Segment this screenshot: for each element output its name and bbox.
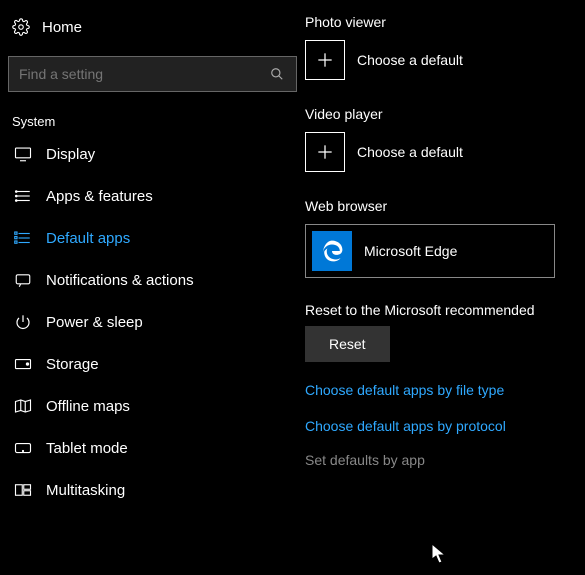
- search-box[interactable]: [8, 56, 297, 92]
- choose-default-label: Choose a default: [357, 52, 463, 68]
- apps-icon: [14, 187, 32, 205]
- nav-item-label: Apps & features: [46, 188, 153, 205]
- reset-button[interactable]: Reset: [305, 326, 390, 362]
- home-button[interactable]: Home: [0, 10, 305, 44]
- link-defaults-by-protocol[interactable]: Choose default apps by protocol: [305, 418, 585, 434]
- nav-item-label: Tablet mode: [46, 440, 128, 457]
- plus-icon: [305, 132, 345, 172]
- reset-caption: Reset to the Microsoft recommended: [305, 302, 585, 318]
- web-browser-selection[interactable]: Microsoft Edge: [305, 224, 555, 278]
- link-set-defaults-by-app[interactable]: Set defaults by app: [305, 452, 585, 468]
- photo-viewer-label: Photo viewer: [305, 14, 585, 30]
- nav-item-power-sleep[interactable]: Power & sleep: [0, 301, 305, 343]
- sidebar: Home System Display Apps & features: [0, 0, 305, 575]
- notifications-icon: [14, 271, 32, 289]
- nav-item-label: Display: [46, 146, 95, 163]
- choose-video-player[interactable]: Choose a default: [305, 132, 585, 172]
- nav-item-label: Notifications & actions: [46, 272, 194, 289]
- tablet-icon: [14, 439, 32, 457]
- plus-icon: [305, 40, 345, 80]
- reset-section: Reset to the Microsoft recommended Reset: [305, 302, 585, 362]
- choose-photo-viewer[interactable]: Choose a default: [305, 40, 585, 80]
- nav-item-label: Storage: [46, 356, 99, 373]
- web-browser-label: Web browser: [305, 198, 585, 214]
- link-defaults-by-filetype[interactable]: Choose default apps by file type: [305, 382, 585, 398]
- nav-item-default-apps[interactable]: Default apps: [0, 217, 305, 259]
- multitasking-icon: [14, 481, 32, 499]
- web-browser-app-name: Microsoft Edge: [364, 243, 457, 259]
- nav-item-tablet-mode[interactable]: Tablet mode: [0, 427, 305, 469]
- section-photo-viewer: Photo viewer Choose a default: [305, 14, 585, 80]
- storage-icon: [14, 355, 32, 373]
- edge-icon: [312, 231, 352, 271]
- group-label-system: System: [0, 110, 305, 133]
- default-apps-icon: [14, 229, 32, 247]
- maps-icon: [14, 397, 32, 415]
- search-icon: [268, 65, 286, 83]
- power-icon: [14, 313, 32, 331]
- section-web-browser: Web browser Microsoft Edge: [305, 198, 585, 278]
- section-video-player: Video player Choose a default: [305, 106, 585, 172]
- nav-item-display[interactable]: Display: [0, 133, 305, 175]
- main-panel: Photo viewer Choose a default Video play…: [305, 0, 585, 575]
- nav-item-storage[interactable]: Storage: [0, 343, 305, 385]
- nav-item-apps-features[interactable]: Apps & features: [0, 175, 305, 217]
- nav-item-notifications[interactable]: Notifications & actions: [0, 259, 305, 301]
- video-player-label: Video player: [305, 106, 585, 122]
- search-input[interactable]: [19, 66, 259, 82]
- nav-item-offline-maps[interactable]: Offline maps: [0, 385, 305, 427]
- nav-item-label: Default apps: [46, 230, 130, 247]
- nav-item-label: Multitasking: [46, 482, 125, 499]
- nav-item-multitasking[interactable]: Multitasking: [0, 469, 305, 511]
- nav-item-label: Offline maps: [46, 398, 130, 415]
- display-icon: [14, 145, 32, 163]
- nav-item-label: Power & sleep: [46, 314, 143, 331]
- choose-default-label: Choose a default: [357, 144, 463, 160]
- gear-icon: [12, 18, 30, 36]
- home-label: Home: [42, 19, 82, 36]
